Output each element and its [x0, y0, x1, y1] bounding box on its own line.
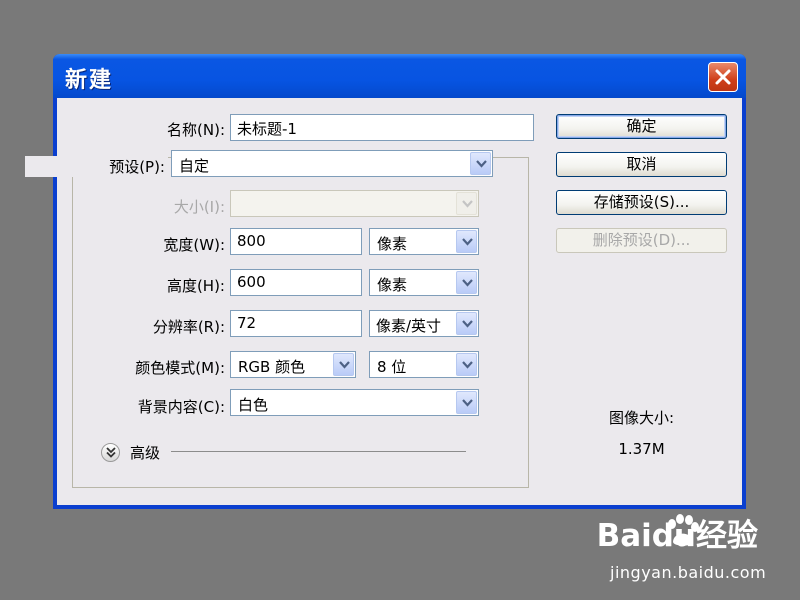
width-input[interactable]: 800 — [230, 228, 362, 255]
size-select — [230, 190, 479, 217]
chevron-down-icon — [339, 361, 350, 369]
height-label: 高度(H): — [166, 277, 225, 295]
height-input[interactable]: 600 — [230, 269, 362, 296]
color-mode-dropdown-button[interactable] — [333, 353, 354, 376]
height-unit-select[interactable]: 像素 — [369, 269, 479, 296]
width-unit-dropdown-button[interactable] — [456, 230, 477, 253]
cancel-button[interactable]: 取消 — [556, 152, 727, 177]
delete-preset-button: 删除预设(D)... — [556, 228, 727, 253]
resolution-input[interactable]: 72 — [230, 310, 362, 337]
background-label: 背景内容(C): — [137, 398, 225, 416]
color-mode-value: RGB 颜色 — [238, 358, 306, 376]
save-preset-button[interactable]: 存储预设(S)... — [556, 190, 727, 215]
width-label: 宽度(W): — [163, 236, 225, 254]
chevron-down-icon — [462, 279, 473, 287]
watermark-url: jingyan.baidu.com — [610, 563, 767, 582]
color-mode-label: 颜色模式(M): — [135, 359, 225, 377]
bit-depth-select[interactable]: 8 位 — [369, 351, 479, 378]
resolution-unit-value: 像素/英寸 — [376, 317, 442, 335]
advanced-label: 高级 — [130, 444, 161, 462]
close-icon — [715, 69, 731, 85]
chevron-down-icon — [462, 200, 473, 208]
ok-button[interactable]: 确定 — [556, 114, 727, 139]
chevron-down-icon — [462, 361, 473, 369]
preset-dropdown-button[interactable] — [470, 152, 491, 175]
close-button[interactable] — [708, 62, 738, 92]
resolution-label: 分辨率(R): — [152, 318, 225, 336]
size-label: 大小(I): — [173, 198, 225, 216]
dialog-title: 新建 — [65, 68, 114, 93]
preset-value: 自定 — [179, 157, 210, 175]
resolution-unit-dropdown-button[interactable] — [456, 312, 477, 335]
preset-label: 预设(P): — [25, 156, 168, 177]
size-dropdown-button — [456, 192, 477, 215]
name-label: 名称(N): — [167, 121, 225, 139]
width-unit-value: 像素 — [377, 235, 408, 253]
image-size-label: 图像大小: — [608, 409, 675, 427]
bit-depth-value: 8 位 — [377, 358, 407, 376]
width-unit-select[interactable]: 像素 — [369, 228, 479, 255]
expand-double-chevron-icon — [106, 447, 116, 458]
chevron-down-icon — [462, 320, 473, 328]
advanced-divider — [171, 451, 466, 452]
background-select[interactable]: 白色 — [230, 389, 479, 416]
title-bar[interactable]: 新建 — [53, 54, 746, 98]
height-unit-value: 像素 — [377, 276, 408, 294]
bit-depth-dropdown-button[interactable] — [456, 353, 477, 376]
advanced-toggle-button[interactable] — [101, 443, 120, 462]
color-mode-select[interactable]: RGB 颜色 — [230, 351, 356, 378]
preset-select[interactable]: 自定 — [171, 150, 493, 177]
chevron-down-icon — [476, 160, 487, 168]
background-value: 白色 — [238, 396, 269, 414]
image-size-value: 1.37M — [618, 440, 665, 458]
name-input[interactable]: 未标题-1 — [230, 114, 534, 141]
chevron-down-icon — [462, 399, 473, 407]
height-unit-dropdown-button[interactable] — [456, 271, 477, 294]
chevron-down-icon — [462, 238, 473, 246]
baidu-jingyan-logo: Baidu经验 — [596, 518, 758, 554]
background-dropdown-button[interactable] — [456, 391, 477, 414]
resolution-unit-select[interactable]: 像素/英寸 — [369, 310, 479, 337]
